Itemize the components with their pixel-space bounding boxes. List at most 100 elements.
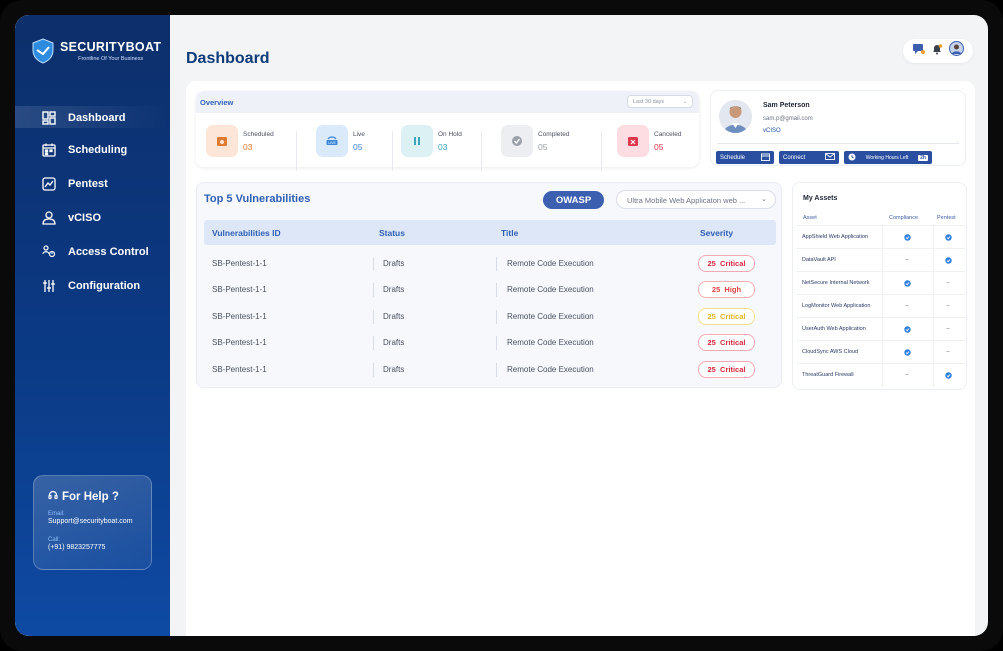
severity-score: 25 [707,259,716,268]
sidebar-item-label: Pentest [68,178,108,190]
owasp-button[interactable]: OWASP [543,191,604,209]
cancel-calendar-icon [617,125,649,157]
stat-scheduled[interactable]: Scheduled 03 [206,124,274,158]
divider [933,364,934,387]
connect-button[interactable]: Connect [779,151,839,164]
check-circle-icon [902,278,912,288]
empty-mark: – [946,303,950,309]
top-vulnerabilities-card: Top 5 Vulnerabilities OWASP Ultra Mobile… [196,182,782,388]
divider [373,336,374,351]
sidebar-item-label: Dashboard [68,112,126,124]
severity-score: 25 [707,364,716,374]
sidebar-item-pentest[interactable]: Pentest [15,167,170,201]
stat-canceled[interactable]: Canceled 05 [617,124,681,158]
check-circle-icon [501,125,533,157]
asset-name: CloudSync AWS Cloud [802,349,859,355]
stat-on-hold[interactable]: On Hold 03 [401,124,462,158]
table-row[interactable]: DataVault API – [797,248,965,272]
empty-mark: – [946,280,950,286]
sidebar-item-configuration[interactable]: Configuration [15,269,170,303]
stat-live[interactable]: LIVE Live 05 [316,124,365,158]
table-row[interactable]: SB-Pentest-1-1 Drafts Remote Code Executio… [204,277,776,303]
table-row[interactable]: CloudSync AWS Cloud – [797,340,965,364]
divider [882,318,883,341]
table-row[interactable]: SB-Pentest-1-1 Drafts Remote Code Executio… [204,304,776,330]
divider [373,283,374,298]
help-title: For Help ? [48,490,137,503]
profile-avatar [719,100,752,133]
divider [882,249,883,272]
column-header: Asset [803,215,817,221]
sidebar-item-label: vCISO [68,212,102,224]
vciso-profile-card: Sam Peterson sam.p@gmail.com vCISO Sched… [710,90,966,166]
clock-icon [848,153,856,163]
vulnerability-title: Remote Code Execution [507,311,594,321]
scheduled-icon [206,125,238,157]
vulnerability-title: Remote Code Execution [507,259,594,268]
check-circle-icon [943,370,953,380]
table-row[interactable]: SB-Pentest-1-1 Drafts Remote Code Executio… [204,330,776,356]
table-row[interactable]: ThreatGuard Firewall – [797,363,965,387]
divider [933,295,934,318]
severity-label: Critical [720,311,746,321]
stat-completed[interactable]: Completed 05 [501,124,569,158]
severity-label: Critical [720,338,746,348]
vulnerability-status: Drafts [383,311,405,321]
sidebar-nav: Dashboard Scheduling Pentest vCISO Acces… [15,103,170,303]
svg-text:LIVE: LIVE [328,141,336,145]
divider [933,226,934,249]
table-row[interactable]: AppShield Web Application [797,225,965,249]
divider [496,257,497,271]
brand-tagline: Frontline Of Your Business [78,56,144,62]
help-email-link[interactable]: Support@securityboat.com [48,518,137,525]
table-row[interactable]: NetSecure Internal Network – [797,271,965,295]
vulnerability-title: Remote Code Execution [507,338,594,348]
divider [882,295,883,318]
divider [373,362,374,377]
access-control-icon [41,244,57,260]
help-call-label: Call: [48,537,61,543]
sidebar: SECURITYBOAT Frontline Of Your Business … [15,15,170,636]
severity-label: High [724,285,742,295]
notification-bell-icon[interactable] [931,42,943,60]
table-row[interactable]: LogMonitor Web Application – – [797,294,965,318]
date-range-select[interactable]: Last 30 days ⌄ [627,95,693,108]
help-email-label: Email: [48,511,65,517]
divider [933,272,934,295]
table-row[interactable]: UserAuth Web Application – [797,317,965,341]
calendar-icon [41,142,57,158]
divider [882,341,883,364]
divider [481,131,482,171]
assets-title: My Assets [803,195,838,202]
empty-mark: – [946,349,950,355]
messages-icon[interactable] [912,42,925,60]
schedule-button[interactable]: Schedule [716,151,774,164]
vulnerability-status: Drafts [383,338,405,348]
divider [373,257,374,271]
divider [373,309,374,324]
sidebar-item-dashboard[interactable]: Dashboard [15,103,170,133]
live-icon: LIVE [316,125,348,157]
check-circle-icon [943,232,953,242]
chart-icon [41,176,57,192]
table-row[interactable]: SB-Pentest-1-1 Drafts Remote Code Executio… [204,357,776,383]
column-header: Vulnerabilities ID [212,228,281,238]
vulnerability-id: SB-Pentest-1-1 [212,259,267,268]
empty-mark: – [946,326,950,332]
divider [496,362,497,377]
help-phone-link[interactable]: (+91) 9823257775 [48,544,137,551]
sidebar-item-scheduling[interactable]: Scheduling [15,133,170,167]
column-header: Status [379,228,405,238]
user-avatar-icon[interactable] [949,41,964,61]
sidebar-item-access-control[interactable]: Access Control [15,235,170,269]
severity-label: Critical [720,259,746,268]
table-row[interactable]: SB-Pentest-1-1 Drafts Remote Code Executio… [204,251,776,277]
column-header: Pentest [937,215,956,221]
application-select[interactable]: Ultra Mobile Web Applicaton web ... ⌄ [616,190,776,209]
sidebar-item-vciso[interactable]: vCISO [15,201,170,235]
vulnerability-title: Remote Code Execution [507,285,594,295]
brand-name: SECURITYBOAT [60,40,162,54]
brand-logo[interactable]: SECURITYBOAT Frontline Of Your Business [32,38,161,64]
chevron-down-icon: ⌄ [682,99,687,105]
column-header: Title [501,228,519,238]
